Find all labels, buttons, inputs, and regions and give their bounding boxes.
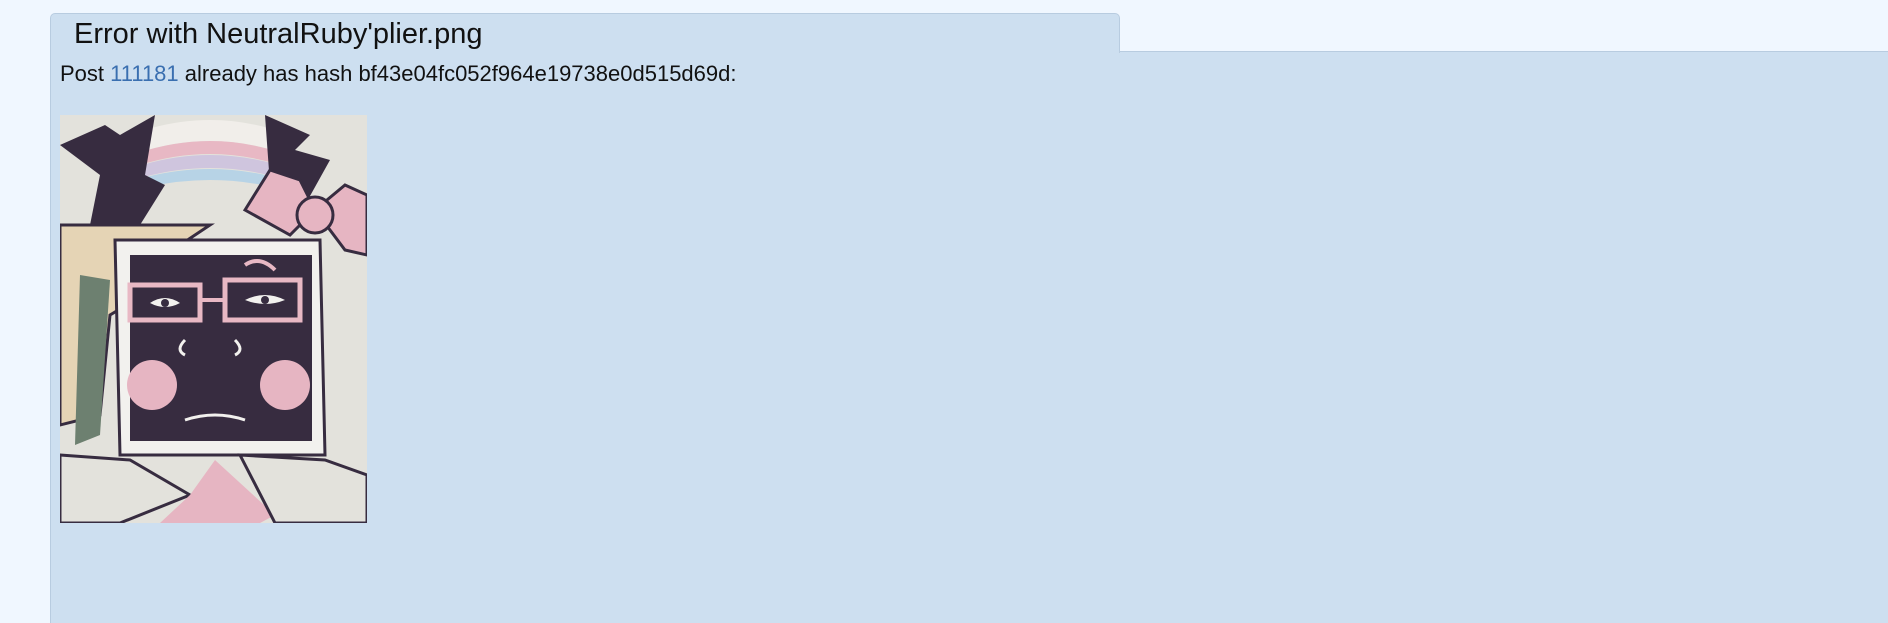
duplicate-hash-message: Post 111181 already has hash bf43e04fc05… — [60, 61, 736, 87]
error-title-filename: NeutralRuby'plier.png — [206, 18, 483, 50]
post-thumbnail-image[interactable] — [60, 115, 367, 523]
error-title-prefix: Error with — [74, 18, 207, 50]
message-suffix: already has hash bf43e04fc052f964e19738e… — [178, 61, 737, 86]
post-link[interactable]: 111181 — [110, 61, 179, 86]
message-prefix: Post — [60, 61, 111, 86]
error-title: Error with NeutralRuby'plier.png — [74, 18, 483, 51]
cheek-right — [260, 360, 310, 410]
cheek-left — [127, 360, 177, 410]
bow-knot — [295, 195, 335, 235]
